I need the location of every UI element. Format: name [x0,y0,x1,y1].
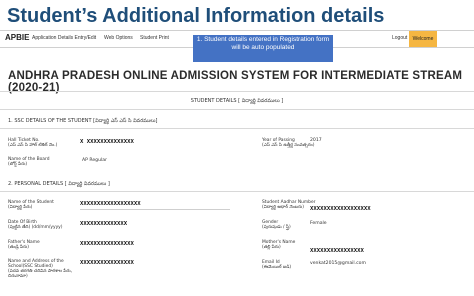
nav-student-print[interactable]: Student Print [140,35,169,41]
annotation-callout: 1. Student details entered in Registrati… [193,35,333,62]
email-label: Email Id (ఈమెయిల్ ఐడి) [262,260,292,270]
student-name-value: XXXXXXXXXXXXXXXXXX [80,201,141,207]
father-name-value: XXXXXXXXXXXXXXXX [80,241,134,247]
slide-title: Student’s Additional Information details [0,0,474,32]
student-details-heading: STUDENT DETAILS [ విద్యార్థి వివరములు ] [190,98,284,104]
nav-web-options[interactable]: Web Options [104,35,133,41]
school-label: Name and Address of the School(SSC Studi… [8,259,73,279]
aadhar-label: Student Aadhar Number (విద్యార్థి ఆధార్ … [262,200,316,210]
divider [0,128,474,129]
board-value: AP Regular [82,158,107,163]
board-label: Name of the Board (బోర్డ్ పేరు) [8,157,50,167]
mother-name-label: Mother's Name (తల్లి పేరు) [262,240,296,250]
divider [0,91,474,92]
mother-name-value: XXXXXXXXXXXXXXXX [310,248,364,254]
personal-section-heading: 2. PERSONAL DETAILS [ విద్యార్థి వివరముల… [8,181,110,187]
school-value: XXXXXXXXXXXXXXXX [80,260,134,266]
nav-application-details[interactable]: Application Details Entry/Edit [32,35,96,41]
logout-link[interactable]: Logout [392,35,407,41]
gender-value: Female [310,221,327,226]
email-value: venkat2015@gmail.com [310,261,366,266]
father-name-label: Father's Name (తండ్రి పేరు) [8,240,40,250]
divider [0,191,474,192]
app-logo: APBIE [5,33,30,42]
student-name-field [80,209,230,210]
dob-value: XXXXXXXXXXXXXX [80,221,128,227]
student-name-label: Name of the Student (విద్యార్థి పేరు) [8,200,54,210]
hall-ticket-value: X XXXXXXXXXXXXXX [80,139,134,145]
aadhar-value: XXXXXXXXXXXXXXXXXX [310,206,371,212]
gender-label: Gender (పురుషుడు / స్త్రీ) [262,220,291,230]
dob-label: Date Of Birth (పుట్టిన తేది) (dd/mm/yyyy… [8,220,63,230]
year-of-passing-value: 2017 [310,138,322,143]
year-of-passing-label: Year of Passing (ఎస్ ఎస్ సి ఉత్తీర్ణ సంవ… [262,138,315,148]
ssc-section-heading: 1. SSC DETAILS OF THE STUDENT [విద్యార్థ… [8,118,158,124]
divider [0,109,474,110]
hall-ticket-label: Hall Ticket No. (ఎస్ ఎస్ సి హాల్ టికెట్ … [8,138,58,148]
welcome-button[interactable]: Welcome [409,31,437,47]
